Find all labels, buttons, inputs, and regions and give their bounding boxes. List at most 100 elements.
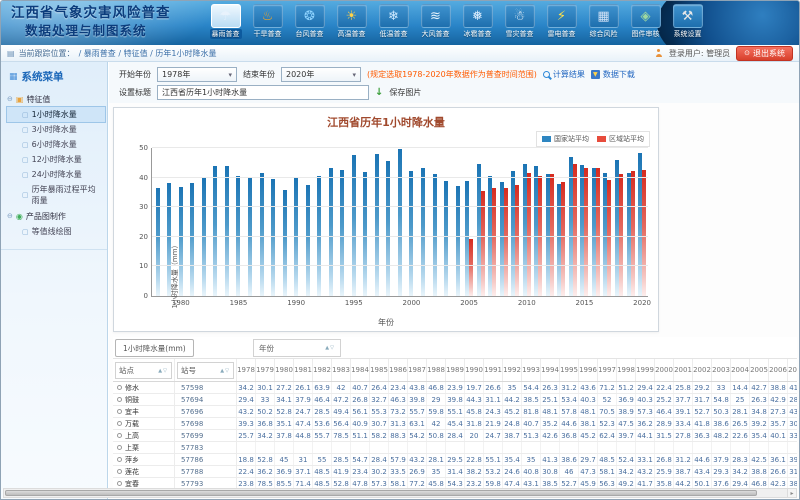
toolbar-item-高温普查[interactable]: ☀高温普查 xyxy=(333,4,370,39)
value-cell xyxy=(598,442,617,453)
y-tick-label: 20 xyxy=(139,233,148,241)
sidebar-group-特征值[interactable]: ⊖▣特征值 xyxy=(7,91,105,107)
sidebar-item-label: 1小时降水量 xyxy=(32,109,77,120)
value-cell: 31.8 xyxy=(465,418,484,429)
toolbar-item-干旱普查[interactable]: ♨干旱普查 xyxy=(249,4,286,39)
value-cell xyxy=(522,442,541,453)
legend-entry: 国家站平均 xyxy=(542,134,589,144)
scrollbar-right-arrow[interactable]: ▸ xyxy=(787,489,796,497)
chart-bars: 198019851990199520002005201020152020 xyxy=(152,148,648,296)
station-name: 上高 xyxy=(125,431,139,441)
row-radio[interactable] xyxy=(117,385,122,390)
start-year-select[interactable]: 1978年 ▾ xyxy=(157,67,237,82)
x-tick-label: 2020 xyxy=(633,299,651,307)
value-cell: 43.2 xyxy=(237,406,256,417)
value-cell xyxy=(408,442,427,453)
value-cell: 46.4 xyxy=(655,406,674,417)
row-radio[interactable] xyxy=(117,397,122,402)
toolbar-item-台风普查[interactable]: ❂台风普查 xyxy=(291,4,328,39)
sidebar-item-等值线绘图[interactable]: ▢等值线绘图 xyxy=(7,224,105,239)
logout-button[interactable]: ⊙ 退出系统 xyxy=(736,46,793,61)
row-radio[interactable] xyxy=(117,445,122,450)
value-cell: 38.8 xyxy=(769,382,788,393)
chart-title-input[interactable]: 江西省历年1小时降水量 xyxy=(157,85,369,100)
row-radio[interactable] xyxy=(117,433,122,438)
value-cell: 26.6 xyxy=(769,466,788,477)
row-radio[interactable] xyxy=(117,481,122,486)
station-id-column-header: 站号 ▲▽ xyxy=(175,359,237,381)
value-cell: 30.7 xyxy=(370,418,389,429)
toolbar-item-雪灾普查[interactable]: ☃雪灾普查 xyxy=(501,4,538,39)
bar-group-2010: 2010 xyxy=(521,148,533,296)
calc-result-button[interactable]: 计算结果 xyxy=(543,69,585,80)
bar-group-2019 xyxy=(625,148,637,296)
value-cell: 34.2 xyxy=(617,466,636,477)
station-name: 宜丰 xyxy=(125,407,139,417)
toolbar-item-低温普查[interactable]: ❄低温普查 xyxy=(375,4,412,39)
value-cell: 22.8 xyxy=(465,454,484,465)
scrollbar-thumb[interactable] xyxy=(5,490,757,496)
value-cell: 21.9 xyxy=(484,418,503,429)
value-cell: 40.3 xyxy=(636,394,655,405)
sidebar-item-12小时降水量[interactable]: ▢12小时降水量 xyxy=(7,152,105,167)
sidebar-item-24小时降水量[interactable]: ▢24小时降水量 xyxy=(7,167,105,182)
station-id-header-filter[interactable]: 站号 ▲▽ xyxy=(177,362,234,379)
value-cell: 28.6 xyxy=(788,394,797,405)
value-cell: 25.7 xyxy=(237,430,256,441)
value-cell: 46.4 xyxy=(313,394,332,405)
bar-group-2002 xyxy=(429,148,441,296)
toolbar-item-综合风险[interactable]: ▦综合风险 xyxy=(585,4,622,39)
chevron-down-icon: ▾ xyxy=(228,71,232,79)
bar-国家站平均-2004 xyxy=(456,186,460,296)
sidebar-item-3小时降水量[interactable]: ▢3小时降水量 xyxy=(7,122,105,137)
search-icon xyxy=(543,71,550,78)
toolbar-item-label: 暴雨普查 xyxy=(210,29,242,39)
row-radio[interactable] xyxy=(117,457,122,462)
toolbar-item-雷电普查[interactable]: ⚡雷电普查 xyxy=(543,4,580,39)
year-column-filter[interactable]: 年份 ▲▽ xyxy=(253,339,341,357)
value-cell xyxy=(731,442,750,453)
sidebar-group-产品图制作[interactable]: ⊖◉产品图制作 xyxy=(7,208,105,224)
value-cell: 29.4 xyxy=(237,394,256,405)
bar-group-1992 xyxy=(313,148,325,296)
value-cell: 30.1 xyxy=(256,382,275,393)
high-temp-icon: ☀ xyxy=(337,4,367,28)
sidebar-item-label: 等值线绘图 xyxy=(32,226,72,237)
value-cell: 42 xyxy=(332,382,351,393)
station-id-cell: 57694 xyxy=(175,394,237,405)
row-radio[interactable] xyxy=(117,421,122,426)
toolbar-item-系统设置[interactable]: ⚒系统设置 xyxy=(669,4,706,39)
sidebar-item-1小时降水量[interactable]: ▢1小时降水量 xyxy=(7,107,105,122)
bar-group-2003 xyxy=(440,148,452,296)
data-download-button[interactable]: ▼ 数据下载 xyxy=(591,69,635,80)
value-cell: 73.2 xyxy=(389,406,408,417)
value-cell: 57.3 xyxy=(636,406,655,417)
value-cell: 55.7 xyxy=(408,406,427,417)
end-year-select[interactable]: 2020年 ▾ xyxy=(281,67,361,82)
value-cell: 29.5 xyxy=(446,454,465,465)
sidebar-item-6小时降水量[interactable]: ▢6小时降水量 xyxy=(7,137,105,152)
bar-区域站平均-2020 xyxy=(642,170,646,296)
value-cell: 33.4 xyxy=(674,418,693,429)
station-cell: 铜鼓 xyxy=(113,394,175,405)
toolbar-item-暴雨普查[interactable]: ☂暴雨普查 xyxy=(207,4,244,39)
station-name: 铜鼓 xyxy=(125,395,139,405)
table-body: 修水5759834.230.127.226.163.94240.726.423.… xyxy=(113,382,797,490)
save-image-button[interactable]: 保存图片 xyxy=(389,87,421,98)
toolbar-item-图件审核[interactable]: ◈图件审核 xyxy=(627,4,664,39)
row-radio[interactable] xyxy=(117,409,122,414)
value-cell: 36.8 xyxy=(560,430,579,441)
station-id-cell: 57696 xyxy=(175,406,237,417)
horizontal-scrollbar[interactable]: ▸ xyxy=(3,488,797,498)
bar-国家站平均-1982 xyxy=(202,178,206,296)
toolbar-item-冰雹普查[interactable]: ❅冰雹普查 xyxy=(459,4,496,39)
x-axis-label: 年份 xyxy=(114,317,658,328)
breadcrumb[interactable]: / 暴雨普查 / 特征值 / 历年1小时降水量 xyxy=(79,48,217,59)
station-cell: 宜丰 xyxy=(113,406,175,417)
value-cell: 42.6 xyxy=(541,430,560,441)
sidebar-item-历年暴雨过程平均雨量[interactable]: ▢历年暴雨过程平均雨量 xyxy=(7,182,105,208)
value-cell: 38.6 xyxy=(560,454,579,465)
station-header-filter[interactable]: 站点 ▲▽ xyxy=(115,362,172,379)
toolbar-item-大风普查[interactable]: ≋大风普查 xyxy=(417,4,454,39)
row-radio[interactable] xyxy=(117,469,122,474)
